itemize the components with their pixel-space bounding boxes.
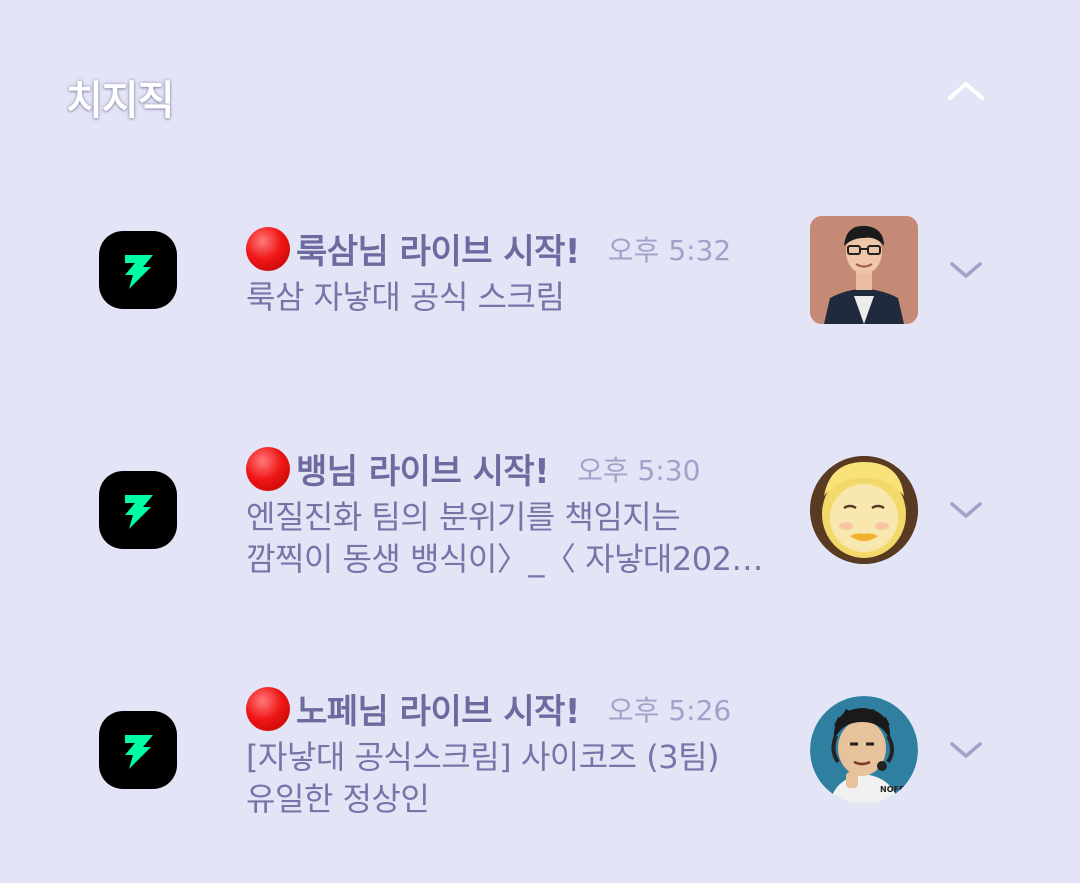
app-name: 치지직 [66,78,174,124]
red-circle-icon [246,686,290,731]
notification-title: 노페님 라이브 시작! [296,692,580,732]
svg-text:NOFE: NOFE [880,785,904,794]
chzzk-logo-icon [99,231,177,309]
notification-group-header: 치지직 [0,0,1080,190]
chevron-up-icon [948,82,984,100]
notification-body-line: 룩삼 자낳대 공식 스크림 [246,278,565,316]
notification-body: 엔질진화 팀의 분위기를 책임지는 깜찍이 동생 뱅식이〉_〈 자낳대202… [246,496,791,580]
notification-item[interactable]: 뱅님 라이브 시작! 오후 5:30 엔질진화 팀의 분위기를 책임지는 깜찍이… [0,430,1080,630]
notification-body: [자낳대 공식스크림] 사이코즈 (3팀) 유일한 정상인 [246,736,791,820]
notification-time: 오후 5:32 [607,233,732,267]
collapse-button[interactable] [942,72,990,108]
notification-item[interactable]: 룩삼님 라이브 시작! 오후 5:32 룩삼 자낳대 공식 스크림 [0,190,1080,390]
expand-button[interactable] [946,496,986,524]
chevron-down-icon [950,262,982,278]
notification-body-line: 유일한 정상인 [246,780,430,818]
expand-button[interactable] [946,736,986,764]
notification-body: 룩삼 자낳대 공식 스크림 [246,276,791,318]
notification-body-line: 깜찍이 동생 뱅식이〉_〈 자낳대202… [246,540,763,578]
notification-body-line: 엔질진화 팀의 분위기를 책임지는 [246,498,681,536]
streamer-avatar [810,456,918,564]
notification-time: 오후 5:26 [607,693,732,727]
streamer-thumbnail [810,216,918,324]
red-circle-icon [246,226,290,271]
chevron-down-icon [950,502,982,518]
chzzk-logo-icon [99,471,177,549]
red-circle-icon [246,446,290,491]
streamer-avatar: NOFE [810,696,918,804]
chzzk-logo-icon [99,711,177,789]
chevron-down-icon [950,742,982,758]
expand-button[interactable] [946,256,986,284]
notification-time: 오후 5:30 [577,453,701,487]
notification-title: 룩삼님 라이브 시작! [296,232,580,272]
notification-title: 뱅님 라이브 시작! [296,452,550,492]
notification-item[interactable]: 노페님 라이브 시작! 오후 5:26 [자낳대 공식스크림] 사이코즈 (3팀… [0,670,1080,870]
notification-body-line: [자낳대 공식스크림] 사이코즈 (3팀) [246,738,720,776]
